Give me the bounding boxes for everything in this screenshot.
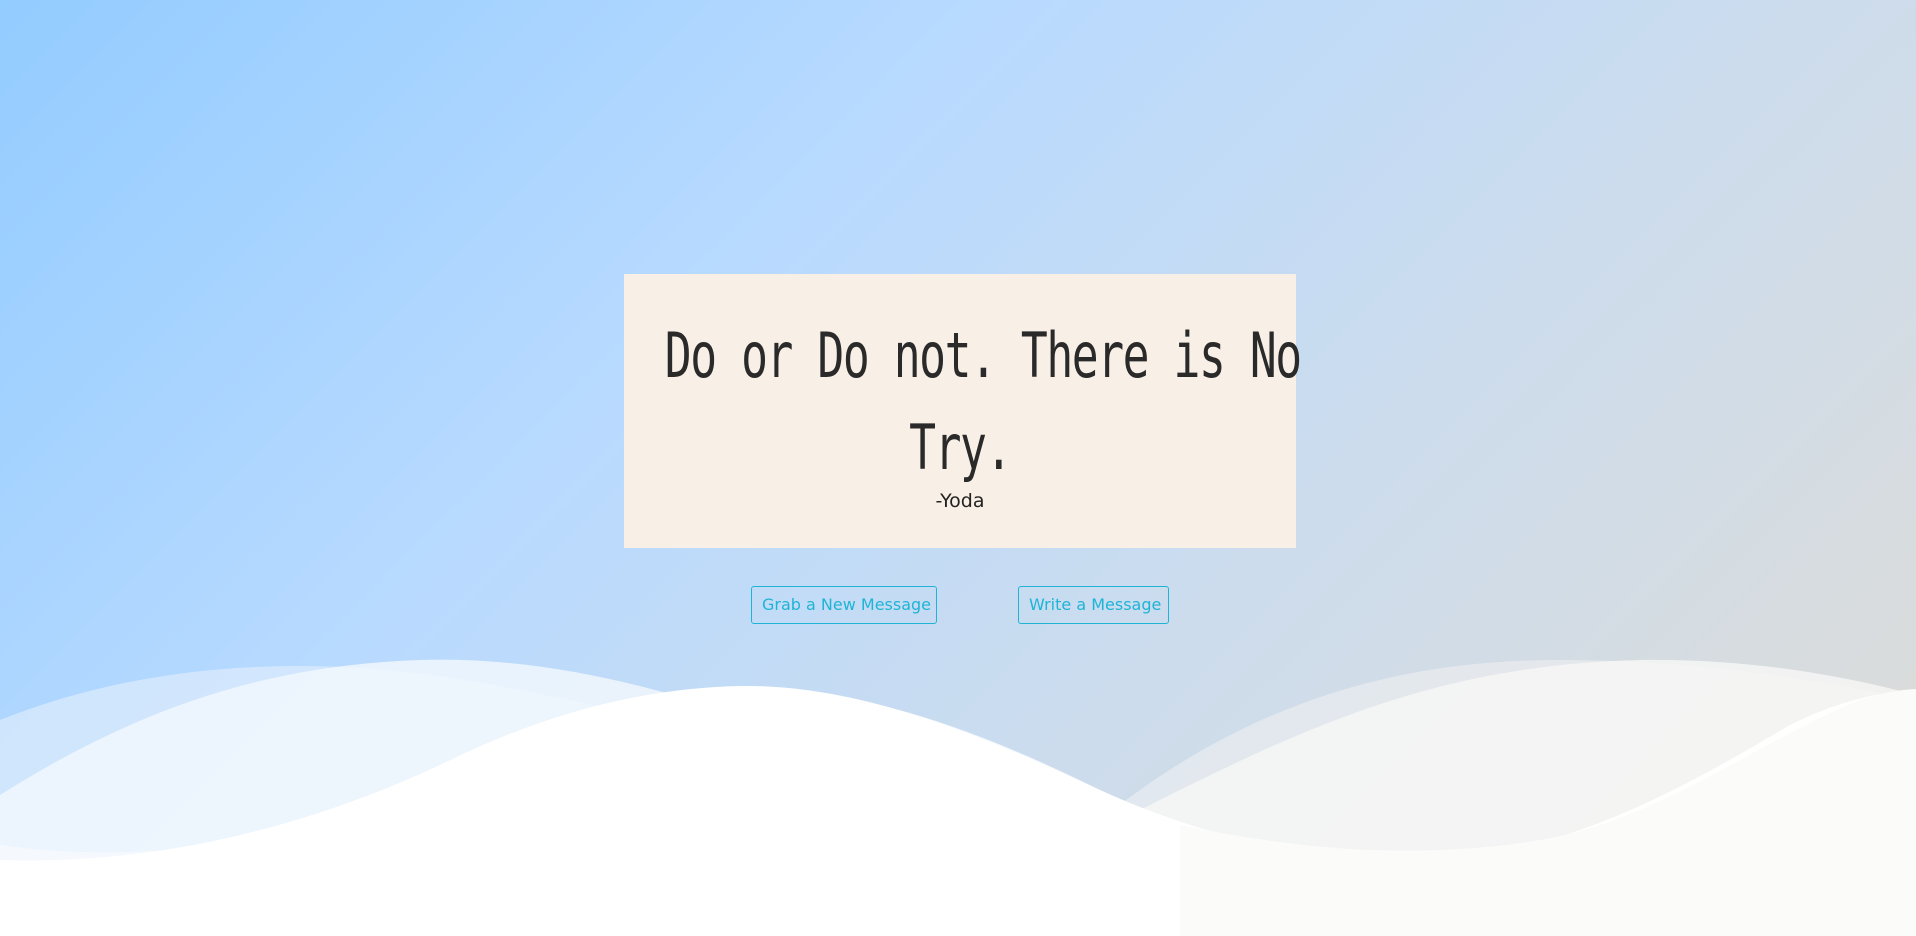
- front-wave-right: [1180, 689, 1916, 936]
- front-wave-left: [0, 688, 1360, 936]
- front-wave-main: [0, 685, 1916, 936]
- quote-author: -Yoda: [935, 490, 985, 512]
- write-message-button[interactable]: Write a Message: [1018, 586, 1169, 624]
- back-wave-right: [1100, 660, 1916, 936]
- quote-line-2: Try.: [909, 411, 1012, 484]
- back-wave-left: [0, 666, 700, 936]
- quote-card: Do or Do not. There is No Try. -Yoda: [624, 274, 1302, 548]
- mid-wave-left: [0, 659, 780, 936]
- grab-new-message-button[interactable]: Grab a New Message: [751, 586, 937, 624]
- mid-wave-right: [1120, 659, 1916, 936]
- quote-line-1: Do or Do not. There is No: [664, 319, 1302, 392]
- quote-text: Do or Do not. There is No Try.: [665, 310, 1302, 494]
